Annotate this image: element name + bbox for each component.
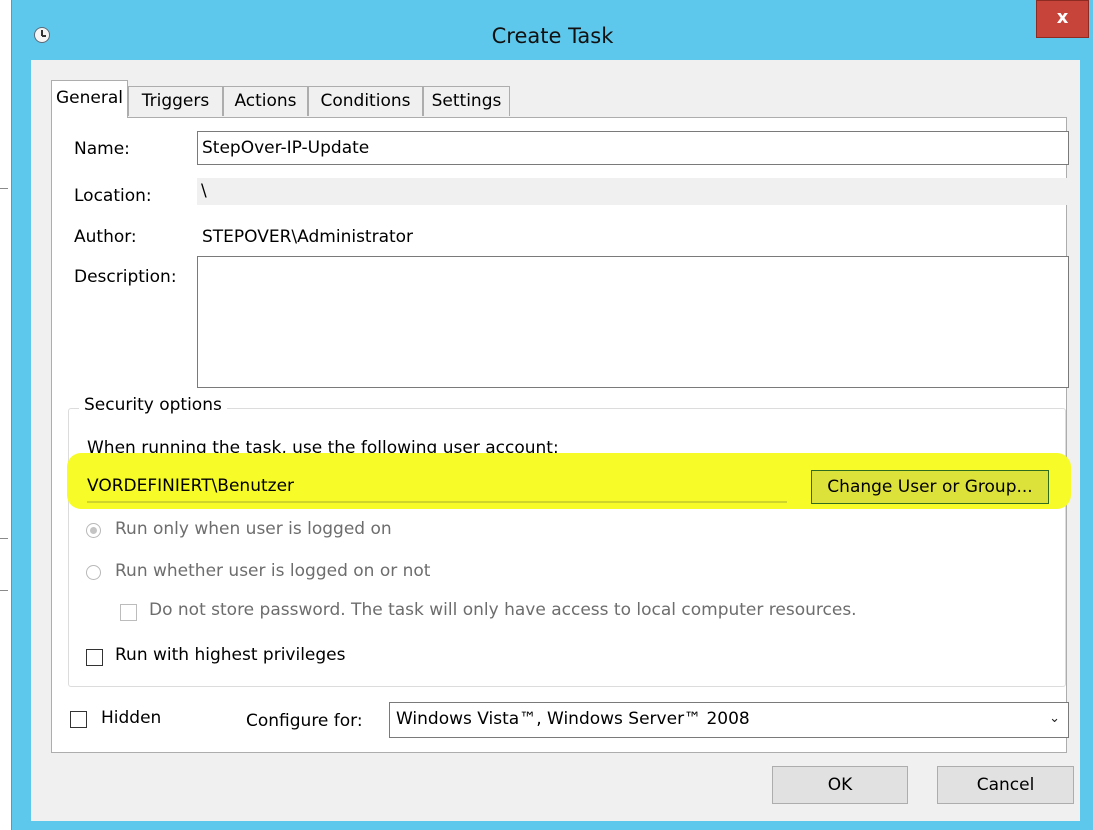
run-only-logged-on-radio[interactable]: [86, 523, 101, 538]
dialog-client-area: General Triggers Actions Conditions Sett…: [31, 60, 1080, 821]
security-options-title: Security options: [79, 395, 227, 415]
do-not-store-password-checkbox[interactable]: [120, 604, 137, 621]
tab-settings[interactable]: Settings: [423, 86, 510, 116]
cancel-button[interactable]: Cancel: [937, 766, 1074, 804]
run-only-logged-on-label: Run only when user is logged on: [115, 519, 392, 539]
name-label: Name:: [74, 139, 130, 159]
do-not-store-password-label: Do not store password. The task will onl…: [149, 600, 857, 620]
chevron-down-icon[interactable]: ⌄: [1049, 703, 1060, 735]
tab-conditions[interactable]: Conditions: [308, 86, 423, 116]
ok-button[interactable]: OK: [772, 766, 908, 804]
location-value: \: [197, 178, 1069, 205]
author-value: STEPOVER\Administrator: [202, 227, 414, 247]
tab-general[interactable]: General: [51, 80, 128, 118]
author-label: Author:: [74, 227, 137, 247]
configure-for-value: Windows Vista™, Windows Server™ 2008: [396, 709, 750, 729]
background-edge: [0, 188, 8, 189]
account-underline: [87, 501, 787, 503]
tab-triggers[interactable]: Triggers: [128, 86, 223, 116]
configure-for-select[interactable]: Windows Vista™, Windows Server™ 2008 ⌄: [389, 702, 1069, 738]
hidden-label: Hidden: [101, 708, 162, 728]
description-label: Description:: [74, 267, 177, 287]
name-field[interactable]: StepOver-IP-Update: [197, 131, 1069, 165]
change-user-or-group-button[interactable]: Change User or Group...: [811, 470, 1049, 504]
tab-actions[interactable]: Actions: [223, 86, 308, 116]
general-tab-panel: Name: StepOver-IP-Update Location: \ Aut…: [51, 117, 1071, 753]
hidden-checkbox[interactable]: [70, 711, 87, 728]
background-edge: [0, 590, 8, 591]
location-label: Location:: [74, 186, 152, 206]
description-field[interactable]: [197, 256, 1069, 388]
close-button[interactable]: x: [1036, 0, 1089, 38]
highest-privileges-label: Run with highest privileges: [115, 645, 346, 665]
run-whether-logged-on-radio[interactable]: [86, 565, 101, 580]
security-options-group: Security options When running the task, …: [67, 395, 1071, 687]
run-whether-logged-on-label: Run whether user is logged on or not: [115, 561, 431, 581]
create-task-dialog: Create Task x General Triggers Actions C…: [11, 0, 1093, 830]
configure-for-label: Configure for:: [246, 711, 363, 731]
dialog-title: Create Task: [491, 24, 614, 48]
user-account-value: VORDEFINIERT\Benutzer: [87, 476, 295, 496]
highest-privileges-checkbox[interactable]: [86, 649, 103, 666]
background-edge: [0, 538, 8, 539]
